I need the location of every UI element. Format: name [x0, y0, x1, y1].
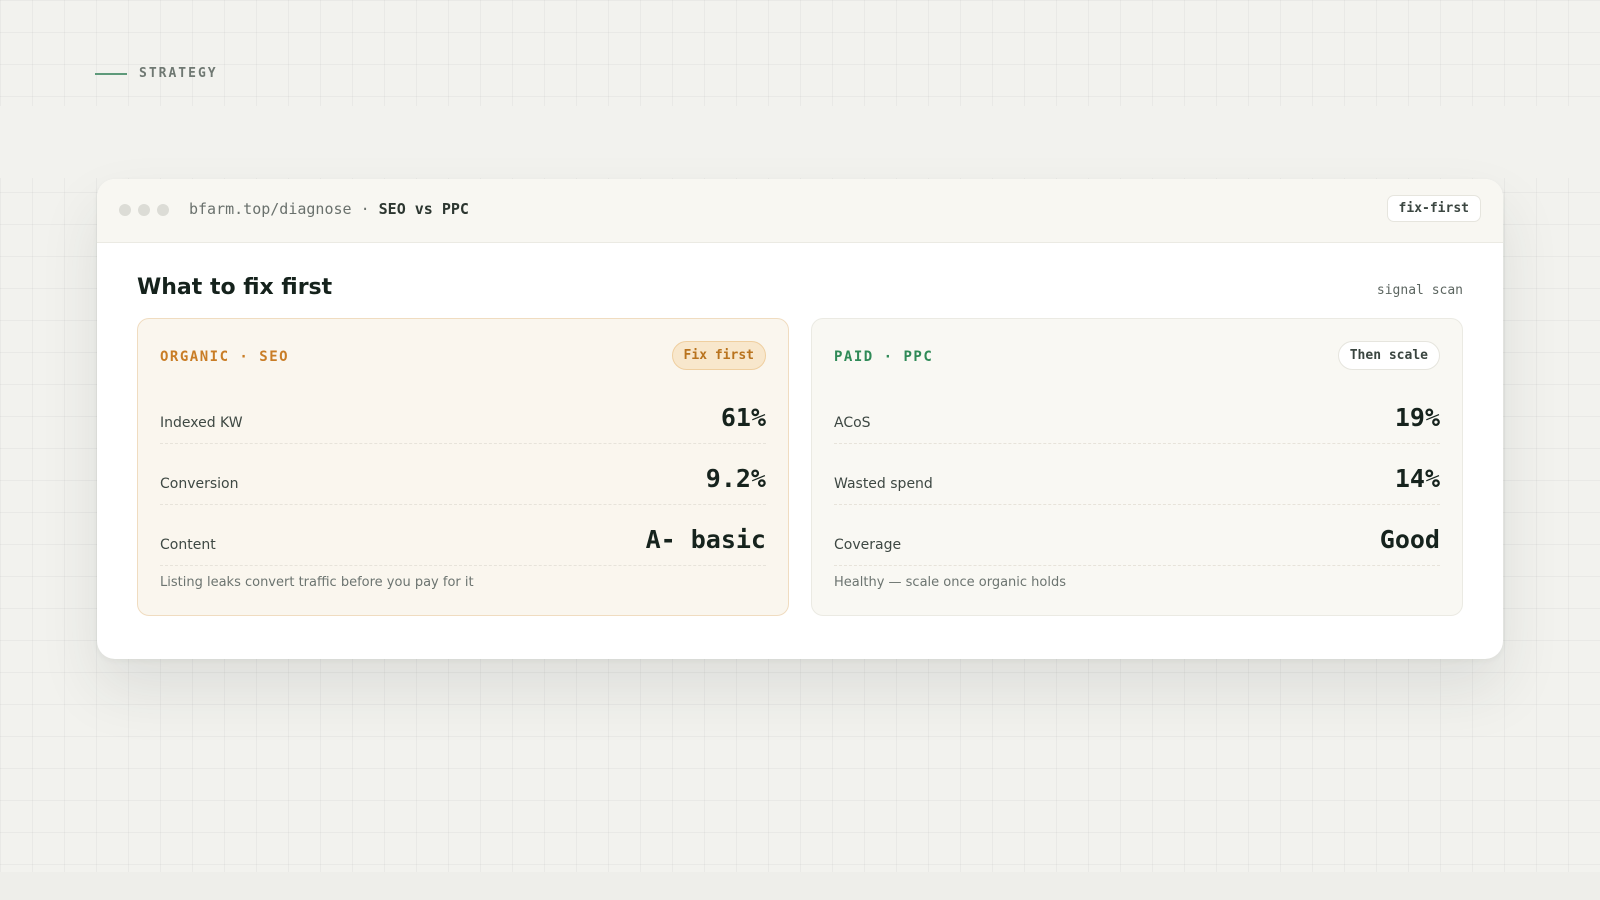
metric-label: Wasted spend: [834, 476, 933, 492]
metric-value: 61%: [720, 403, 766, 432]
panel-header: What to fix first signal scan: [137, 243, 1463, 318]
fix-first-badge: Fix first: [671, 341, 766, 370]
panel-heading: What to fix first: [137, 275, 333, 300]
card-note: Healthy — scale once organic holds: [834, 575, 1066, 590]
card-title: PAID · PPC: [834, 349, 934, 365]
background-band-top: [0, 106, 1600, 178]
metric-label: Conversion: [160, 476, 239, 492]
fix-first-chip[interactable]: fix-first: [1386, 195, 1481, 222]
panel-content: What to fix first signal scan ORGANIC · …: [97, 243, 1503, 616]
card-header: ORGANIC · SEO Fix first: [160, 341, 766, 383]
address-bar[interactable]: bfarm.top/diagnose · SEO vs PPC: [189, 199, 479, 220]
card-header: PAID · PPC Then scale: [834, 341, 1440, 383]
section-accent-line: [95, 72, 127, 75]
window-controls: [119, 204, 169, 216]
window-titlebar: bfarm.top/diagnose · SEO vs PPC fix-firs…: [97, 179, 1503, 243]
signal-scan-label: signal scan: [1376, 283, 1463, 298]
metric-label: Coverage: [834, 537, 902, 553]
section-label: STRATEGY: [95, 66, 218, 81]
metric-row: ACoS 19%: [834, 383, 1440, 444]
metric-row: Conversion 9.2%: [160, 444, 766, 505]
metric-value: 9.2%: [705, 464, 766, 493]
metric-value: 14%: [1394, 464, 1440, 493]
metric-label: Indexed KW: [160, 415, 243, 431]
metric-row: Content A- basic: [160, 505, 766, 566]
metric-value: A- basic: [645, 525, 766, 554]
metric-value: Good: [1379, 525, 1440, 554]
comparison-cards: ORGANIC · SEO Fix first Indexed KW 61% C…: [137, 318, 1463, 616]
url-path: bfarm.top/diagnose ·: [189, 200, 379, 218]
section-title: STRATEGY: [139, 66, 218, 81]
metric-value: 19%: [1394, 403, 1440, 432]
then-scale-badge: Then scale: [1337, 341, 1440, 370]
url-page-title: SEO vs PPC: [378, 200, 469, 218]
metric-label: ACoS: [834, 415, 871, 431]
metric-row: Indexed KW 61%: [160, 383, 766, 444]
metric-label: Content: [160, 537, 216, 553]
window-dot-minimize[interactable]: [138, 204, 150, 216]
metric-row: Coverage Good: [834, 505, 1440, 566]
paid-ppc-card: PAID · PPC Then scale ACoS 19% Wasted sp…: [811, 318, 1463, 616]
card-note: Listing leaks convert traffic before you…: [160, 575, 474, 590]
window-dot-maximize[interactable]: [157, 204, 169, 216]
browser-window: bfarm.top/diagnose · SEO vs PPC fix-firs…: [97, 179, 1503, 659]
card-title: ORGANIC · SEO: [160, 349, 290, 365]
organic-seo-card: ORGANIC · SEO Fix first Indexed KW 61% C…: [137, 318, 789, 616]
metric-row: Wasted spend 14%: [834, 444, 1440, 505]
window-dot-close[interactable]: [119, 204, 131, 216]
background-band-bottom: [0, 872, 1600, 900]
